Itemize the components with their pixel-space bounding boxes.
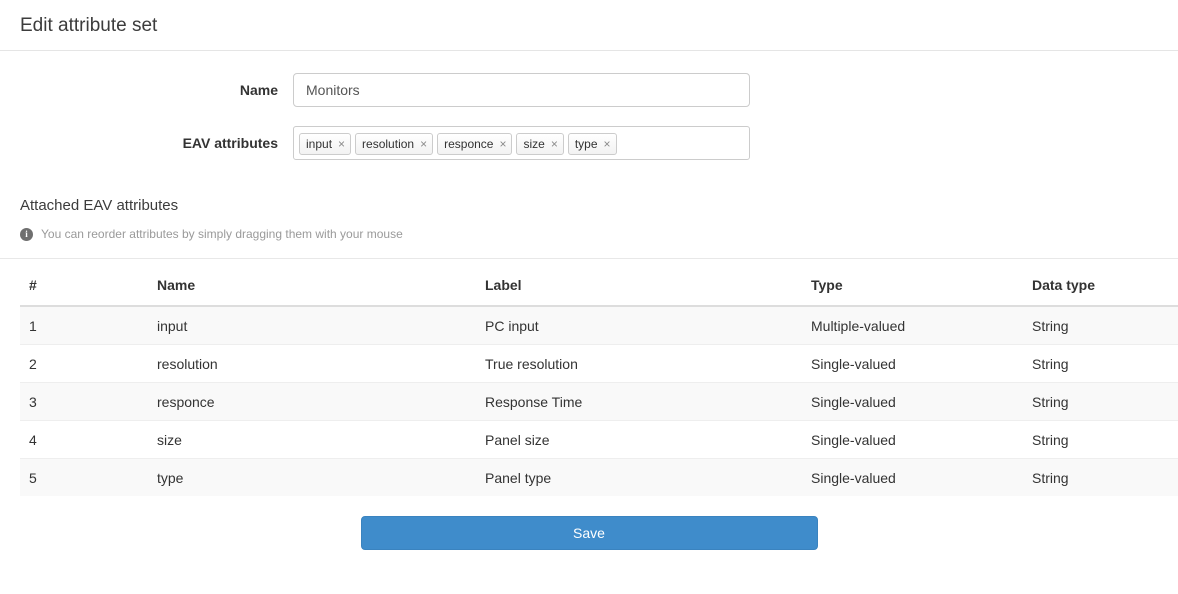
token-label: type bbox=[574, 136, 598, 151]
column-header-name: Name bbox=[149, 259, 477, 307]
cell-number: 3 bbox=[20, 382, 149, 421]
table-body: 1 input PC input Multiple-valued String … bbox=[20, 305, 1178, 496]
table-head: # Name Label Type Data type bbox=[20, 259, 1178, 307]
eav-attributes-wrap: input × resolution × responce × size × t… bbox=[293, 126, 750, 160]
token-remove-icon[interactable]: × bbox=[338, 138, 345, 150]
column-header-type: Type bbox=[803, 259, 1024, 307]
cell-data-type: String bbox=[1024, 382, 1178, 421]
cell-name: resolution bbox=[149, 344, 477, 383]
cell-data-type: String bbox=[1024, 305, 1178, 345]
cell-type: Single-valued bbox=[803, 458, 1024, 496]
token-label: resolution bbox=[362, 136, 415, 151]
cell-name: size bbox=[149, 420, 477, 459]
cell-name: type bbox=[149, 458, 477, 496]
cell-number: 4 bbox=[20, 420, 149, 459]
page-title: Edit attribute set bbox=[20, 15, 158, 36]
token-type[interactable]: type × bbox=[567, 132, 617, 155]
cell-name: responce bbox=[149, 382, 477, 421]
token-resolution[interactable]: resolution × bbox=[355, 132, 434, 155]
token-input[interactable]: input × bbox=[299, 132, 352, 155]
cell-number: 5 bbox=[20, 458, 149, 496]
cell-type: Single-valued bbox=[803, 344, 1024, 383]
attached-attributes-section: Attached EAV attributes i You can reorde… bbox=[0, 179, 1178, 241]
table-row[interactable]: 5 type Panel type Single-valued String bbox=[20, 458, 1178, 496]
attached-section-title: Attached EAV attributes bbox=[20, 197, 179, 214]
save-button[interactable]: Save bbox=[360, 516, 818, 550]
cell-label: Panel type bbox=[477, 458, 803, 496]
column-header-data-type: Data type bbox=[1024, 259, 1178, 307]
name-input[interactable] bbox=[293, 73, 750, 107]
token-label: size bbox=[523, 136, 545, 151]
token-size[interactable]: size × bbox=[516, 132, 564, 155]
table-row[interactable]: 4 size Panel size Single-valued String bbox=[20, 420, 1178, 459]
attribute-set-form: Name EAV attributes input × resolution ×… bbox=[0, 51, 1178, 160]
attached-attributes-table: # Name Label Type Data type 1 input PC i… bbox=[20, 259, 1178, 496]
form-row-eav-attributes: EAV attributes input × resolution × resp… bbox=[0, 126, 1178, 160]
cell-label: Panel size bbox=[477, 420, 803, 459]
cell-label: Response Time bbox=[477, 382, 803, 421]
reorder-hint: i You can reorder attributes by simply d… bbox=[20, 227, 1158, 241]
token-remove-icon[interactable]: × bbox=[420, 138, 427, 150]
cell-label: PC input bbox=[477, 305, 803, 345]
column-header-number: # bbox=[20, 259, 149, 307]
reorder-hint-text: You can reorder attributes by simply dra… bbox=[41, 227, 403, 241]
table-header-row: # Name Label Type Data type bbox=[20, 259, 1178, 307]
cell-data-type: String bbox=[1024, 344, 1178, 383]
save-area: Save bbox=[0, 496, 1178, 550]
eav-attributes-label: EAV attributes bbox=[182, 135, 278, 151]
name-field-label: Name bbox=[239, 82, 278, 98]
table-row[interactable]: 2 resolution True resolution Single-valu… bbox=[20, 344, 1178, 383]
token-remove-icon[interactable]: × bbox=[604, 138, 611, 150]
cell-data-type: String bbox=[1024, 458, 1178, 496]
info-icon: i bbox=[20, 227, 33, 241]
table-row[interactable]: 3 responce Response Time Single-valued S… bbox=[20, 382, 1178, 421]
page-header: Edit attribute set bbox=[0, 0, 1178, 51]
cell-number: 2 bbox=[20, 344, 149, 383]
token-responce[interactable]: responce × bbox=[437, 132, 513, 155]
token-label: responce bbox=[444, 136, 494, 151]
form-row-name: Name bbox=[0, 73, 1178, 107]
cell-number: 1 bbox=[20, 305, 149, 345]
cell-label: True resolution bbox=[477, 344, 803, 383]
cell-name: input bbox=[149, 305, 477, 345]
cell-type: Single-valued bbox=[803, 382, 1024, 421]
token-remove-icon[interactable]: × bbox=[499, 138, 506, 150]
table-row[interactable]: 1 input PC input Multiple-valued String bbox=[20, 305, 1178, 345]
name-field-wrap bbox=[293, 73, 750, 107]
eav-attributes-token-input[interactable]: input × resolution × responce × size × t… bbox=[293, 126, 750, 160]
token-label: input bbox=[306, 136, 333, 151]
cell-type: Multiple-valued bbox=[803, 305, 1024, 345]
cell-type: Single-valued bbox=[803, 420, 1024, 459]
token-remove-icon[interactable]: × bbox=[551, 138, 558, 150]
column-header-label: Label bbox=[477, 259, 803, 307]
cell-data-type: String bbox=[1024, 420, 1178, 459]
